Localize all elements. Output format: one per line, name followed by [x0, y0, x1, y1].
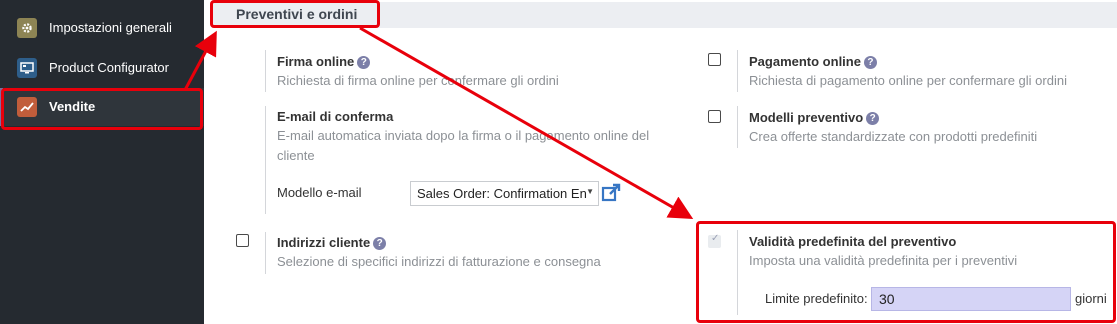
- annotation-arrow: [359, 26, 694, 219]
- annotation-arrow: [183, 30, 217, 91]
- annotation-arrows: [183, 26, 694, 219]
